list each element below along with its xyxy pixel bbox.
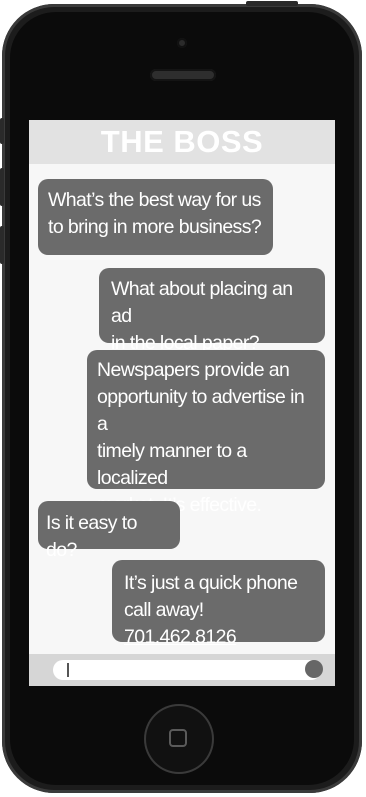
power-button: [246, 1, 298, 6]
message-incoming: What’s the best way for us to bring in m…: [38, 179, 273, 255]
message-outgoing: It’s just a quick phone call away! 701.4…: [112, 560, 325, 648]
message-line: What’s the best way for us: [48, 189, 261, 211]
camera-icon: [177, 38, 187, 48]
phone-number-link[interactable]: 701.462.8126: [124, 626, 237, 648]
message-line: Newspapers provide an: [97, 359, 290, 381]
message-outgoing: What about placing an ad in the local pa…: [99, 268, 325, 354]
message-text: call away!: [124, 599, 204, 621]
message-line: to bring in more business?: [48, 216, 262, 238]
message-line: It’s just a quick phone: [124, 572, 298, 594]
speaker-icon: [150, 69, 216, 81]
message-outgoing: Newspapers provide an opportunity to adv…: [87, 350, 325, 516]
message-line: What about placing an ad: [111, 278, 293, 327]
volume-down-button: [0, 226, 4, 264]
home-button-icon: [169, 729, 187, 747]
message-line: opportunity to advertise in a: [97, 386, 305, 435]
send-icon[interactable]: [305, 660, 323, 678]
messages-screen: THE BOSS What’s the best way for us to b…: [29, 120, 335, 686]
message-line: timely manner to a localized: [97, 440, 247, 489]
contact-title: THE BOSS: [100, 124, 264, 159]
text-caret: [67, 663, 69, 677]
message-line: call away! 701.462.8126: [124, 597, 313, 651]
message-line: Is it easy to do?: [46, 512, 137, 561]
message-input[interactable]: [53, 660, 321, 680]
home-button[interactable]: [144, 704, 214, 774]
silent-switch: [0, 118, 4, 144]
volume-up-button: [0, 168, 4, 206]
composer-bar: [29, 654, 335, 686]
title-bar: THE BOSS: [29, 120, 335, 164]
message-incoming: Is it easy to do?: [38, 501, 180, 561]
